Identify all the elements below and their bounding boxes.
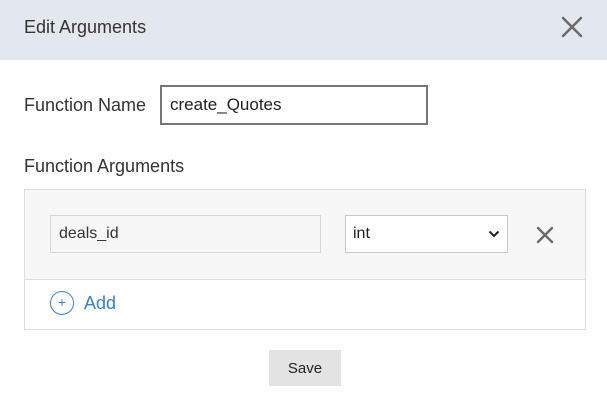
argument-type-value: int [353, 225, 370, 242]
argument-type-select[interactable]: int [345, 215, 508, 253]
function-arguments-label: Function Arguments [24, 156, 185, 176]
dialog-title: Edit Arguments [24, 17, 147, 37]
function-name-input[interactable] [160, 85, 428, 125]
dialog-header: Edit Arguments [0, 0, 607, 60]
remove-argument-button[interactable] [536, 226, 554, 244]
edit-arguments-dialog: Edit Arguments Function Name Function Ar… [0, 0, 607, 395]
argument-name-input[interactable] [50, 215, 321, 253]
arguments-panel: int + Add [24, 189, 586, 330]
remove-argument-icon [536, 226, 554, 244]
save-button[interactable]: Save [269, 350, 341, 386]
chevron-down-icon [488, 230, 500, 238]
plus-glyph: + [57, 294, 67, 310]
add-argument-label: Add [84, 293, 117, 313]
argument-row: int [25, 190, 585, 280]
close-icon [561, 16, 583, 38]
function-name-label: Function Name [24, 95, 147, 115]
plus-circle-icon: + [50, 291, 74, 315]
close-button[interactable] [559, 14, 585, 40]
